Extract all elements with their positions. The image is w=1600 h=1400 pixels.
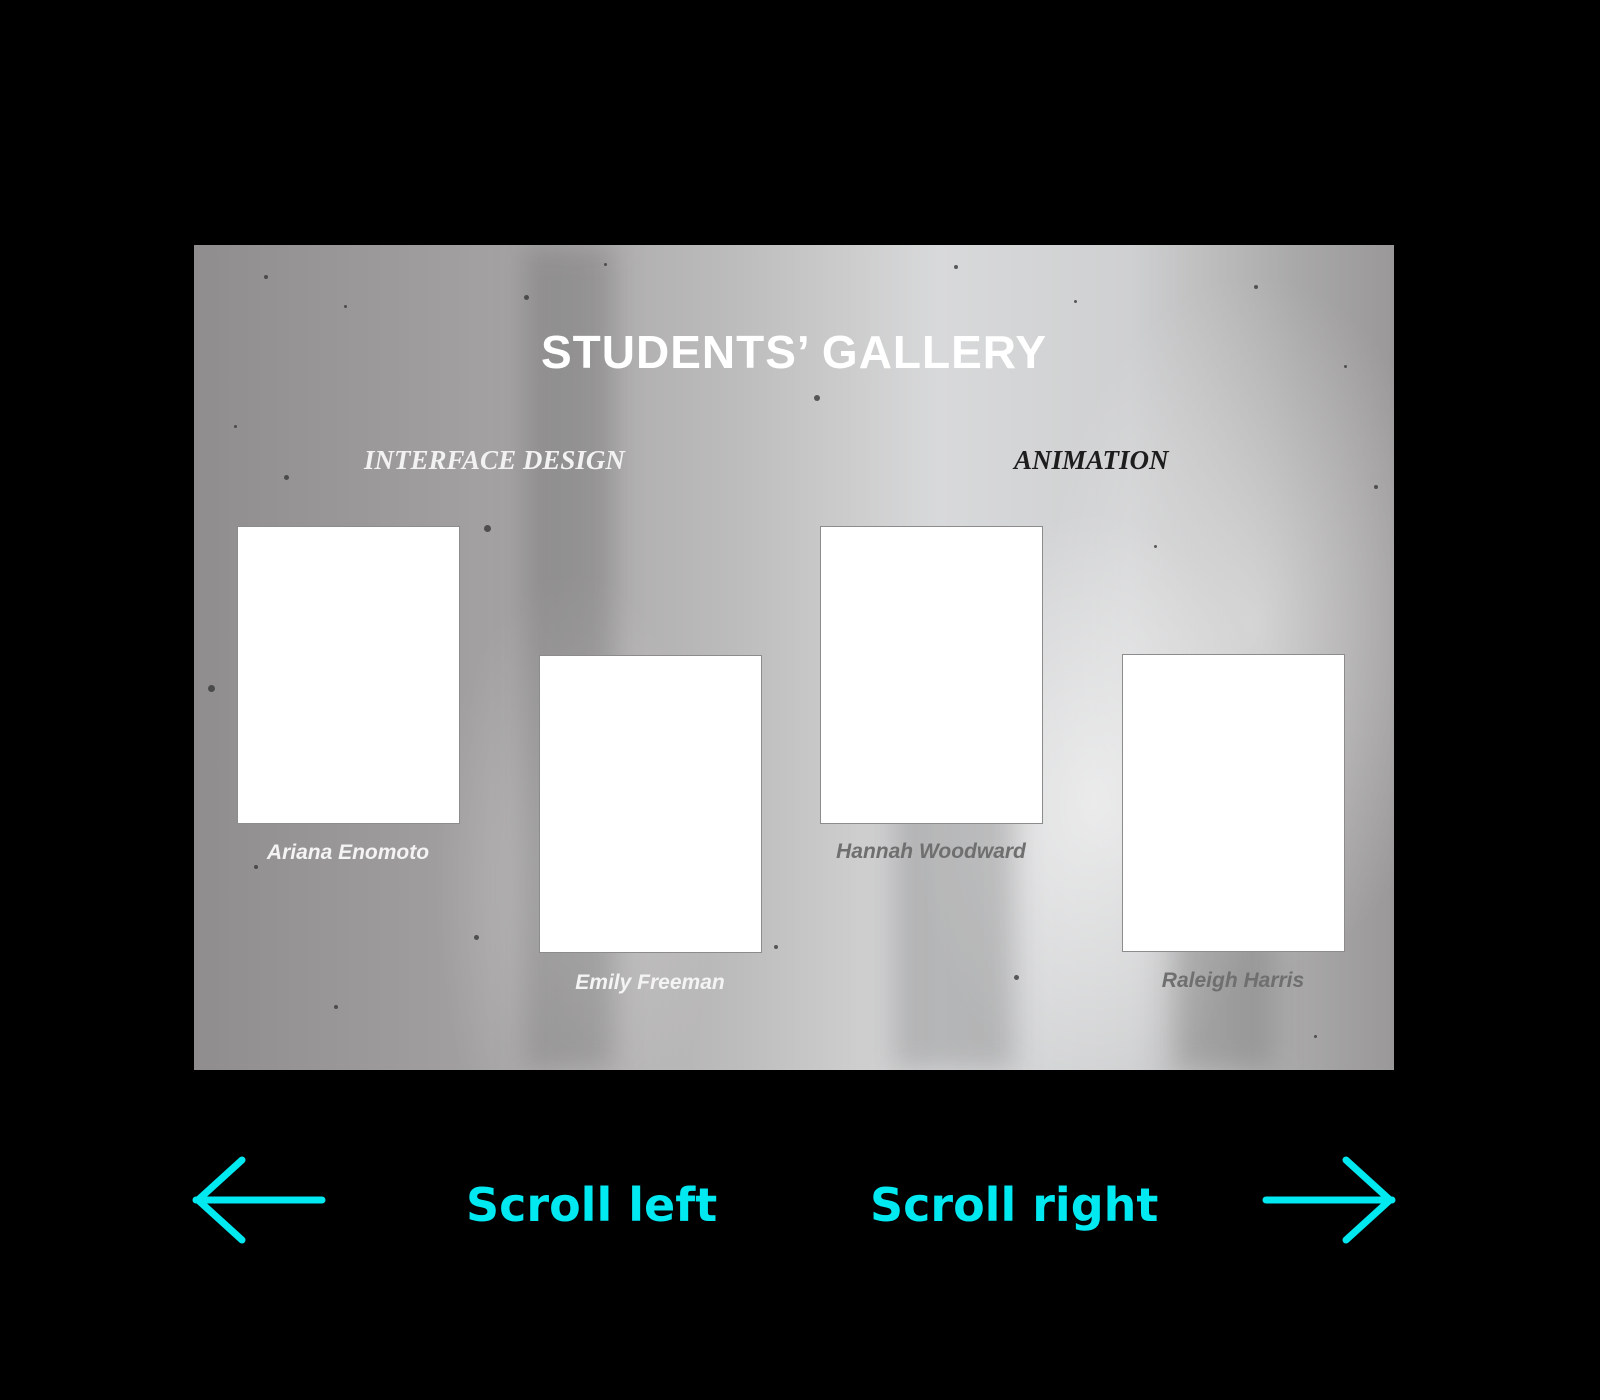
scroll-right-label[interactable]: Scroll right [870, 1178, 1158, 1232]
wall-speck [264, 275, 268, 279]
student-name: Raleigh Harris [1161, 969, 1305, 992]
wall-speck [954, 265, 958, 269]
wall-speck [1154, 545, 1157, 548]
wall-speck [774, 945, 778, 949]
wall-speck [1014, 975, 1019, 980]
student-artwork-card[interactable] [539, 655, 762, 953]
arrow-right-icon [1262, 1155, 1398, 1245]
wall-speck [334, 1005, 338, 1009]
gallery-panel: STUDENTS’ GALLERY INTERFACE DESIGN ANIMA… [194, 245, 1394, 1070]
section-label-interface-design: INTERFACE DESIGN [364, 445, 625, 475]
wall-speck [208, 685, 215, 692]
wall-speck [814, 395, 820, 401]
student-name: Hannah Woodward [836, 840, 1026, 863]
scroll-left-label[interactable]: Scroll left [466, 1178, 717, 1232]
wall-speck [254, 865, 258, 869]
wall-speck [1314, 1035, 1317, 1038]
wall-speck [484, 525, 491, 532]
wall-speck [284, 475, 289, 480]
wall-speck [604, 263, 607, 266]
wall-speck [234, 425, 237, 428]
scroll-right-button[interactable] [1262, 1155, 1398, 1245]
student-name: Ariana Enomoto [266, 841, 430, 864]
scroll-left-button[interactable] [190, 1155, 326, 1245]
arrow-left-icon [190, 1155, 326, 1245]
student-artwork-card[interactable] [1122, 654, 1345, 952]
wall-speck [1074, 300, 1077, 303]
gallery-title: STUDENTS’ GALLERY [541, 326, 1047, 378]
student-artwork-card[interactable] [237, 526, 460, 824]
wall-speck [1374, 485, 1378, 489]
section-label-animation: ANIMATION [1014, 445, 1169, 475]
wall-speck [344, 305, 347, 308]
student-artwork-card[interactable] [820, 526, 1043, 824]
wall-speck [524, 295, 529, 300]
student-name: Emily Freeman [575, 971, 725, 994]
wall-speck [1254, 285, 1258, 289]
wall-speck [474, 935, 479, 940]
